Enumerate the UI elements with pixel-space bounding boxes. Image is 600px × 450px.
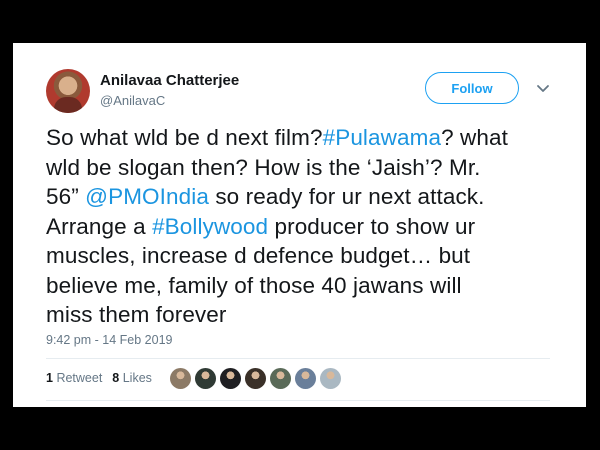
tweet-text-segment: so ready for ur next attack. xyxy=(208,184,485,209)
liker-avatar-1[interactable] xyxy=(170,368,191,389)
like-stat[interactable]: 8 Likes xyxy=(112,371,152,385)
tweet-text-segment: believe me, family of those 40 jawans wi… xyxy=(46,272,462,298)
tweet-text-segment: 56” xyxy=(46,184,86,209)
like-count: 8 xyxy=(112,371,120,385)
tweet-line: 56” @PMOIndia so ready for ur next attac… xyxy=(46,182,566,212)
tweet-text-segment: So what wld be d next film? xyxy=(46,125,323,150)
author-avatar[interactable] xyxy=(46,69,90,113)
liker-avatar-6[interactable] xyxy=(295,368,316,389)
tweet-text-segment: Arrange a xyxy=(46,213,153,239)
tweet-line: wld be slogan then? How is the ‘Jaish’? … xyxy=(46,153,566,183)
tweet-line: believe me, family of those 40 jawans wi… xyxy=(46,271,566,301)
tweet-card: Anilavaa Chatterjee @AnilavaC Follow So … xyxy=(13,43,586,407)
mention-link[interactable]: @PMOIndia xyxy=(85,184,209,209)
author-handle[interactable]: @AnilavaC xyxy=(100,93,165,108)
tweet-line: muscles, increase d defence budget… but xyxy=(46,241,566,271)
tweet-text-segment: wld be slogan then? How is the ‘Jaish’? … xyxy=(46,154,481,180)
retweet-stat[interactable]: 1 Retweet xyxy=(46,371,102,385)
tweet-text-segment: muscles, increase d defence budget… but xyxy=(46,243,471,268)
tweet-text: So what wld be d next film?#Pulawama? wh… xyxy=(46,123,566,330)
hashtag-link[interactable]: #Bollywood xyxy=(152,214,268,239)
divider-top xyxy=(46,358,550,359)
like-label: Likes xyxy=(122,371,152,385)
tweet-text-segment: producer to show ur xyxy=(268,213,476,239)
tweet-line: Arrange a #Bollywood producer to show ur xyxy=(46,212,566,242)
tweet-stats: 1 Retweet 8 Likes xyxy=(46,371,152,385)
retweet-count: 1 xyxy=(46,371,53,385)
tweet-line: miss them forever xyxy=(46,300,566,330)
liker-avatar-4[interactable] xyxy=(245,368,266,389)
tweet-line: So what wld be d next film?#Pulawama? wh… xyxy=(46,123,566,153)
liker-avatar-2[interactable] xyxy=(195,368,216,389)
liker-avatar-7[interactable] xyxy=(320,368,341,389)
liker-avatars xyxy=(170,368,341,389)
liker-avatar-5[interactable] xyxy=(270,368,291,389)
liker-avatar-3[interactable] xyxy=(220,368,241,389)
author-name[interactable]: Anilavaa Chatterjee xyxy=(100,72,239,89)
tweet-text-segment: miss them forever xyxy=(46,302,227,327)
follow-button[interactable]: Follow xyxy=(425,72,519,104)
hashtag-link[interactable]: #Pulawama xyxy=(323,125,441,150)
divider-bottom xyxy=(46,400,550,401)
chevron-down-icon[interactable] xyxy=(535,80,551,96)
tweet-text-segment: ? what xyxy=(441,125,508,150)
tweet-timestamp[interactable]: 9:42 pm - 14 Feb 2019 xyxy=(46,333,172,347)
retweet-label: Retweet xyxy=(56,371,103,385)
